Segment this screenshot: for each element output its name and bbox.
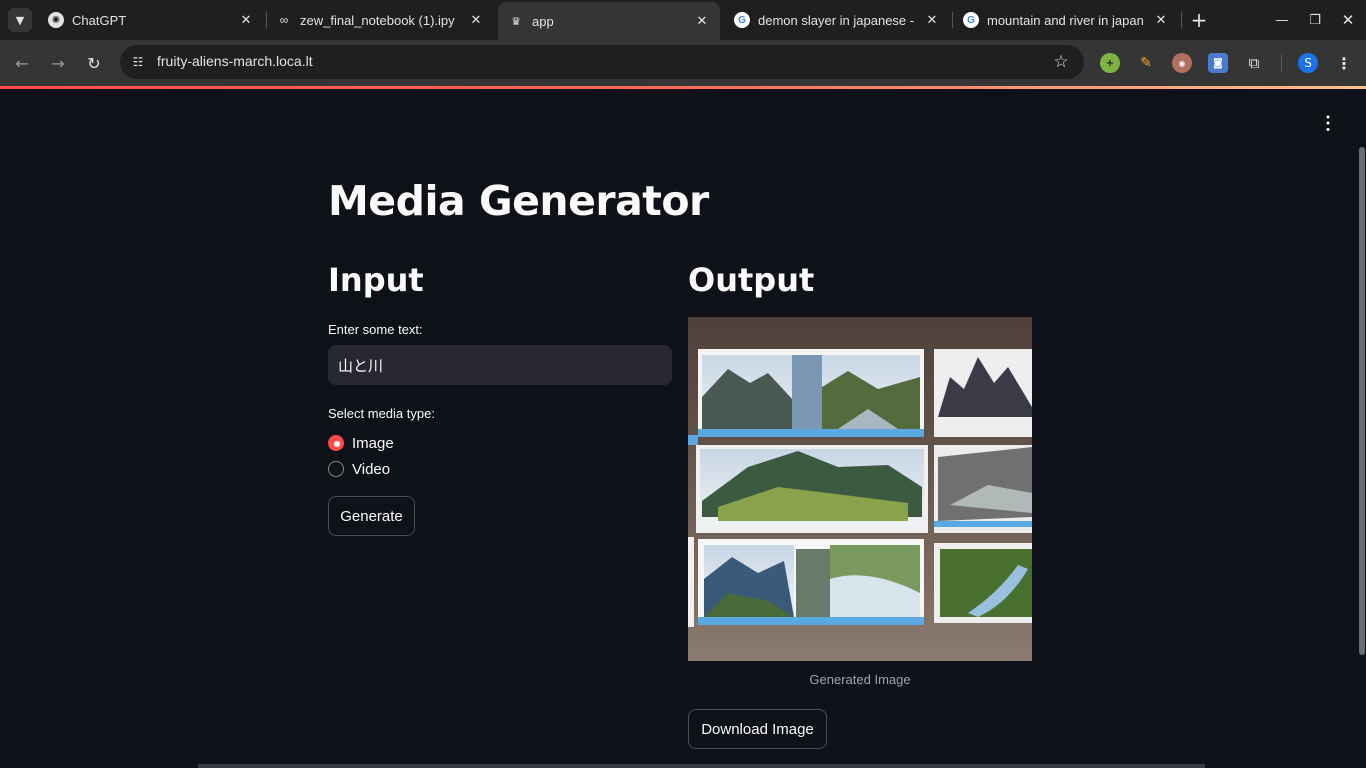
tab-title: ChatGPT: [72, 12, 127, 28]
plus-icon: +: [1190, 8, 1208, 32]
tab-title: app: [532, 13, 554, 29]
back-button[interactable]: ←: [10, 51, 34, 75]
browser-menu-icon[interactable]: ⋮: [1334, 53, 1354, 73]
tab-search-button[interactable]: ▼: [8, 8, 32, 32]
tab-title: zew_final_notebook (1).ipy: [300, 12, 455, 28]
browser-toolbar: ← → ↻ ☷ fruity-aliens-march.loca.lt ☆ + …: [0, 40, 1366, 86]
radio-selected-icon[interactable]: [328, 435, 344, 451]
extensions-puzzle-icon[interactable]: ⧉: [1244, 53, 1264, 73]
close-icon[interactable]: ✕: [1151, 10, 1171, 30]
page-scrollbar[interactable]: [1359, 147, 1365, 655]
arrow-right-icon: →: [51, 53, 65, 73]
minimize-button[interactable]: —: [1270, 8, 1294, 32]
tab-divider: [1181, 12, 1182, 28]
radio-label: Image: [352, 434, 394, 452]
radio-label: Video: [352, 460, 391, 478]
tab-title: demon slayer in japanese -: [758, 12, 915, 28]
close-icon[interactable]: ✕: [466, 10, 486, 30]
new-tab-button[interactable]: +: [1187, 8, 1211, 32]
minimize-icon: —: [1275, 12, 1289, 28]
radio-image[interactable]: Image: [328, 433, 394, 453]
text-input[interactable]: [328, 345, 672, 385]
extension-avatar-icon[interactable]: ◉: [1172, 53, 1192, 73]
address-bar[interactable]: ☷ fruity-aliens-march.loca.lt ☆: [120, 45, 1084, 79]
close-icon[interactable]: ✕: [922, 10, 942, 30]
extension-screen-icon[interactable]: ◙: [1208, 53, 1228, 73]
tab-google-demon-slayer[interactable]: G demon slayer in japanese - ✕: [724, 0, 950, 40]
page-bottom-divider: [198, 764, 1205, 768]
arrow-left-icon: ←: [15, 53, 29, 73]
input-heading: Input: [328, 261, 424, 299]
tab-bar: ▼ ✺ ChatGPT ✕ ∞ zew_final_notebook (1).i…: [0, 0, 1366, 40]
tab-google-mountain-river[interactable]: G mountain and river in japan ✕: [953, 0, 1179, 40]
chatgpt-icon: ✺: [48, 12, 64, 28]
extension-pen-icon[interactable]: ✎: [1136, 53, 1156, 73]
streamlit-icon: ♛: [511, 15, 521, 28]
site-settings-icon[interactable]: ☷: [128, 52, 148, 72]
radio-video[interactable]: Video: [328, 459, 390, 479]
close-icon[interactable]: ✕: [236, 10, 256, 30]
tab-colab[interactable]: ∞ zew_final_notebook (1).ipy ✕: [266, 0, 494, 40]
restore-icon: ❐: [1309, 12, 1321, 28]
close-window-button[interactable]: ✕: [1336, 8, 1360, 32]
close-icon: ✕: [1341, 11, 1355, 29]
google-icon: G: [734, 12, 750, 28]
close-icon[interactable]: ✕: [692, 11, 712, 31]
chevron-down-icon: ▼: [15, 13, 25, 27]
colab-icon: ∞: [279, 13, 289, 27]
extension-plus-icon[interactable]: +: [1100, 53, 1120, 73]
page-title: Media Generator: [328, 177, 709, 225]
app-menu-icon[interactable]: ⋮: [1318, 113, 1338, 133]
reload-icon: ↻: [87, 53, 101, 73]
bookmark-star-icon[interactable]: ☆: [1050, 51, 1072, 73]
generated-image-graphic: [688, 317, 1032, 661]
forward-button[interactable]: →: [46, 51, 70, 75]
streamlit-app: ⋮ Media Generator Input Enter some text:…: [0, 89, 1366, 768]
output-heading: Output: [688, 261, 815, 299]
media-type-label: Select media type:: [328, 406, 435, 421]
reload-button[interactable]: ↻: [82, 51, 106, 75]
toolbar-divider: [1281, 54, 1282, 72]
text-input-label: Enter some text:: [328, 322, 423, 337]
tab-chatgpt[interactable]: ✺ ChatGPT ✕: [38, 0, 264, 40]
radio-unselected-icon[interactable]: [328, 461, 344, 477]
image-caption: Generated Image: [809, 672, 911, 687]
generate-button[interactable]: Generate: [328, 496, 415, 536]
generated-image: [688, 317, 1032, 661]
profile-avatar[interactable]: S: [1298, 53, 1318, 73]
tab-app[interactable]: ♛ app ✕: [498, 2, 720, 40]
google-icon: G: [963, 12, 979, 28]
restore-button[interactable]: ❐: [1303, 8, 1327, 32]
url-text[interactable]: fruity-aliens-march.loca.lt: [157, 53, 313, 69]
tab-title: mountain and river in japan: [987, 12, 1144, 28]
download-image-button[interactable]: Download Image: [688, 709, 827, 749]
